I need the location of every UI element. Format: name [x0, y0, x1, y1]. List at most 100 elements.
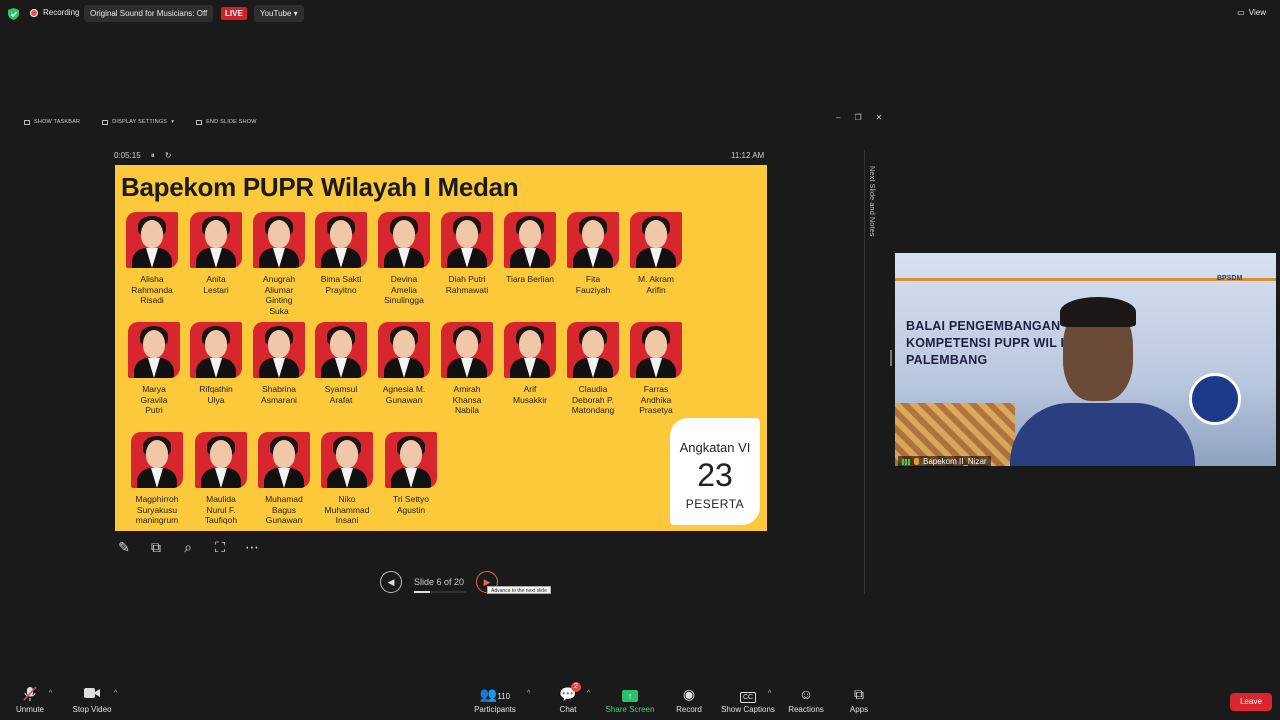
- participant-card: Claudia Deborah P. Matondang: [557, 322, 629, 416]
- display-settings-button[interactable]: DISPLAY SETTINGS ▾: [102, 119, 174, 125]
- participant-name: Arif Musakkir: [494, 384, 566, 405]
- participant-name-line: Tri Settyo: [392, 494, 430, 504]
- bg-line-3: PALEMBANG: [906, 353, 988, 367]
- participant-unit: PESERTA: [685, 497, 745, 511]
- chat-button[interactable]: 💬 2 Chat: [533, 682, 603, 714]
- meeting-top-bar: Recording Original Sound for Musicians: …: [0, 0, 1280, 28]
- end-slide-show-button[interactable]: END SLIDE SHOW: [196, 119, 256, 125]
- leave-button[interactable]: Leave: [1230, 693, 1272, 711]
- triangle-left-icon: ◀: [387, 577, 395, 587]
- participant-name-line: Agnesia M.: [382, 384, 426, 394]
- participant-name-tag: Bapekom II_Nizar: [898, 456, 991, 467]
- elapsed-time: 0:05:15: [114, 151, 141, 160]
- participant-name: Fita Fauziyah: [557, 274, 629, 295]
- participant-photo: [126, 212, 178, 268]
- apps-label: Apps: [849, 705, 869, 714]
- participant-name: Muhamad Bagus Gunawan: [248, 494, 320, 526]
- participant-name-line: Niko: [338, 494, 356, 504]
- participant-name-line: Lestari: [203, 284, 229, 295]
- participant-video[interactable]: BPSDM BALAI PENGEMBANGAN KOMPETENSI PUPR…: [895, 253, 1276, 466]
- live-badge: LIVE: [221, 7, 247, 20]
- restart-icon[interactable]: ↻: [165, 151, 172, 161]
- participant-card: Syamsul Arafat: [305, 322, 377, 405]
- minimize-icon[interactable]: –: [836, 113, 840, 122]
- participant-name-line: Nabila: [454, 405, 480, 415]
- zoom-icon[interactable]: ⌕: [179, 538, 197, 556]
- camera-toggle-icon[interactable]: ⛶: [211, 538, 229, 556]
- participants-caret-icon[interactable]: ^: [527, 690, 530, 697]
- restore-icon[interactable]: ❐: [854, 113, 861, 122]
- participant-photo: [441, 322, 493, 378]
- participant-name-line: Rahmanda: [131, 284, 173, 295]
- participant-name-line: Sinulingga: [384, 295, 424, 305]
- participant-photo: [378, 322, 430, 378]
- view-button[interactable]: ▭ View: [1237, 8, 1266, 17]
- show-taskbar-button[interactable]: SHOW TASKBAR: [24, 119, 80, 125]
- apps-icon: ⧉: [854, 686, 864, 702]
- participant-name: Bapekom II_Nizar: [923, 457, 987, 466]
- current-slide: Bapekom PUPR Wilayah I Medan Angkatan VI…: [115, 165, 767, 531]
- chat-caret-icon[interactable]: ^: [587, 690, 590, 697]
- slide-navigation: ◀ Slide 6 of 20 ▶: [380, 571, 499, 593]
- participant-card: Fita Fauziyah: [557, 212, 629, 295]
- participant-name-line: Prasetya: [639, 405, 673, 415]
- chat-label: Chat: [559, 705, 577, 714]
- resize-handle[interactable]: [890, 350, 892, 366]
- participant-name: Agnesia M. Gunawan: [368, 384, 440, 405]
- participant-name: Alisha Rahmanda Risadi: [116, 274, 188, 306]
- participant-card: Maulida Nurul F. Taufiqoh: [185, 432, 257, 526]
- participants-button[interactable]: 👥110 Participants: [460, 686, 530, 714]
- participant-photo: [378, 212, 430, 268]
- slide-counter[interactable]: Slide 6 of 20: [414, 577, 466, 593]
- panel-divider: [864, 150, 865, 594]
- audio-options-caret-icon[interactable]: ^: [49, 690, 52, 697]
- original-sound-button[interactable]: Original Sound for Musicians: Off: [84, 5, 214, 22]
- participant-card: Tri Settyo Agustin: [375, 432, 447, 515]
- angkatan-label: Angkatan VI: [679, 440, 751, 455]
- participant-card: M. Akram Arifin: [620, 212, 692, 295]
- participant-name-line: Muhamad: [265, 494, 303, 504]
- participant-name-line: Rahmawati: [445, 284, 489, 295]
- chevron-down-icon: ▾: [293, 9, 298, 18]
- participant-name-line: Tiara Berlian: [506, 274, 554, 284]
- chevron-down-icon: ▾: [171, 119, 175, 125]
- participant-name-line: Prayitno: [325, 284, 357, 295]
- pen-icon[interactable]: ✎: [115, 538, 133, 556]
- slide-tools: ✎ ⧉ ⌕ ⛶ ⋯: [115, 538, 261, 556]
- participant-card: Farras Andhika Prasetya: [620, 322, 692, 416]
- participant-name-line: maningrum: [135, 515, 179, 525]
- previous-slide-button[interactable]: ◀: [380, 571, 402, 593]
- unmute-button[interactable]: Unmute: [0, 686, 65, 714]
- end-slide-show-label: END SLIDE SHOW: [206, 119, 257, 125]
- participant-name-line: Andhika: [640, 394, 672, 405]
- participant-name-line: Deborah P.: [572, 394, 614, 405]
- see-all-slides-icon[interactable]: ⧉: [147, 538, 165, 556]
- participant-name-line: Putri: [145, 405, 163, 415]
- participant-name: Anita Lestari: [180, 274, 252, 295]
- participant-name: Diah Putri Rahmawati: [431, 274, 503, 295]
- participant-card: Niko Muhammad Insani: [311, 432, 383, 526]
- participant-name-line: Ulya: [207, 394, 225, 405]
- slide-progress-fill: [414, 591, 430, 593]
- participant-name-line: M. Akram: [638, 274, 674, 284]
- participant-name-line: Amelia: [391, 284, 417, 295]
- participant-photo: [567, 322, 619, 378]
- participant-name-line: Insani: [335, 515, 359, 525]
- participant-photo: [128, 322, 180, 378]
- participant-photo: [253, 212, 305, 268]
- apps-button[interactable]: ⧉ Apps: [824, 686, 894, 714]
- video-options-caret-icon[interactable]: ^: [114, 690, 117, 697]
- close-icon[interactable]: ✕: [876, 113, 883, 122]
- pause-icon[interactable]: ⏸: [151, 151, 155, 161]
- recording-indicator[interactable]: Recording: [30, 8, 79, 17]
- more-options-icon[interactable]: ⋯: [243, 538, 261, 556]
- stream-target-label: YouTube: [260, 9, 292, 18]
- stream-target-dropdown[interactable]: YouTube ▾: [254, 5, 304, 22]
- speaker-hair: [1060, 297, 1136, 327]
- participant-name: Bima Sakti Prayitno: [305, 274, 377, 295]
- participant-card: Tiara Berlian: [494, 212, 566, 285]
- participant-photo: [567, 212, 619, 268]
- participant-name: M. Akram Arifin: [620, 274, 692, 295]
- participant-photo: [504, 322, 556, 378]
- next-slide-notes-toggle[interactable]: Next Slide and Notes: [868, 166, 877, 236]
